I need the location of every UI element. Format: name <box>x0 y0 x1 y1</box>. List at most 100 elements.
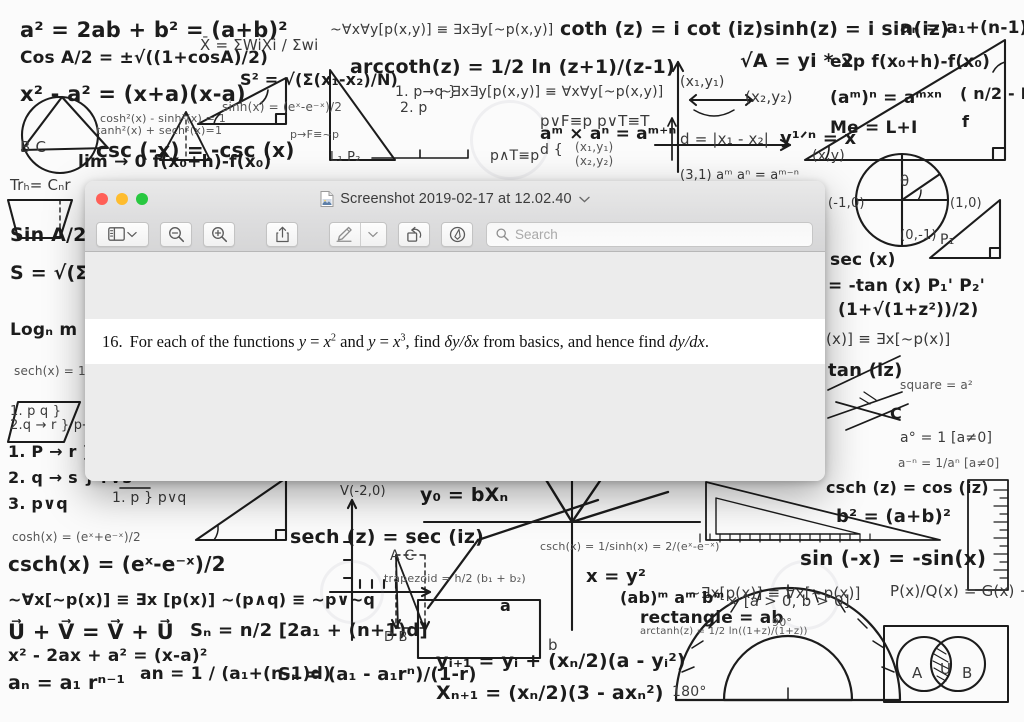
wallpaper-formula: cosh(x) = (eˣ+e⁻ˣ)/2 <box>12 530 141 544</box>
wallpaper-formula: U⃗ + V⃗ = V⃗ + U⃗ <box>8 620 174 644</box>
wallpaper-formula: S² = √(Σ(x₁-x₂)/N) <box>240 70 399 89</box>
document-page: 16. For each of the functions y = x2 and … <box>85 319 825 364</box>
window-titlebar: Screenshot 2019-02-17 at 12.02.40 <box>85 181 825 217</box>
wallpaper-formula: x² - 2ax + a² = (x-a)² <box>8 646 208 666</box>
close-button[interactable] <box>96 193 108 205</box>
derivative-expression: dy/dx <box>669 331 705 351</box>
window-title: Screenshot 2019-02-17 at 12.02.40 <box>340 191 572 207</box>
markup-dropdown-button[interactable] <box>359 222 386 246</box>
wallpaper-formula: rectangle = ab <box>640 608 784 628</box>
wallpaper-formula: (x,y) <box>812 148 845 164</box>
item-number: 16. <box>102 331 123 351</box>
rotate-left-icon <box>406 226 421 242</box>
minimize-button[interactable] <box>116 193 128 205</box>
markup-button[interactable] <box>330 223 360 246</box>
search-icon <box>496 227 509 241</box>
annotate-button[interactable] <box>441 221 473 247</box>
wallpaper-formula: Xₙ₊₁ = (xₙ/2)(3 - axₙ²) <box>436 682 664 704</box>
wallpaper-formula: A C <box>390 548 415 564</box>
text-fragment: , find <box>405 331 445 351</box>
wallpaper-formula: Trₕ= Cₙr <box>10 176 71 194</box>
wallpaper-formula: B <box>962 664 973 682</box>
markup-button-group <box>329 221 387 247</box>
wallpaper-formula: X̄ = ΣWiXi / Σwi <box>200 36 319 54</box>
wallpaper-formula: p∧T≡p <box>490 148 540 164</box>
search-field[interactable]: Search <box>486 221 813 247</box>
wallpaper-formula: A <box>912 664 923 682</box>
chevron-down-icon <box>368 231 379 237</box>
watermark-ring <box>470 100 550 180</box>
image-document-icon <box>320 191 334 207</box>
wallpaper-formula: b <box>548 636 558 654</box>
wallpaper-formula: (0,-1) <box>900 228 937 243</box>
wallpaper-formula: (1,0) <box>950 196 982 211</box>
wallpaper-formula: yᵢ₊₁ = yᵢ + (xₙ/2)(a - yᵢ²) <box>436 650 686 672</box>
equation-2-equals: = <box>375 331 393 351</box>
rotate-left-button[interactable] <box>398 221 430 247</box>
wallpaper-formula: x² - a² = (x+a)(x-a) <box>20 82 246 106</box>
wallpaper-formula: aₙ = a₁+(n-1)d <box>900 18 1024 38</box>
wallpaper-formula: 1. P → r } <box>8 442 94 461</box>
preview-window: Screenshot 2019-02-17 at 12.02.40 Search… <box>85 181 825 481</box>
wallpaper-formula: ( n/2 - F ) <box>960 84 1024 103</box>
equation-1-lhs: y <box>298 331 307 351</box>
document-view[interactable]: 16. For each of the functions y = x2 and … <box>85 252 825 481</box>
wallpaper-formula: d = |x₁ - x₂| <box>680 130 770 148</box>
wallpaper-formula: p→F≡~p <box>290 128 340 141</box>
wallpaper-formula: coth (z) = i cot (iz)sinh(z) = i sin(iz) <box>560 18 950 40</box>
zoom-in-button[interactable] <box>203 221 235 247</box>
zoom-out-button[interactable] <box>160 221 192 247</box>
wallpaper-formula: P(x)/Q(x) = G(x) + R(x)/Q(x) <box>890 582 1024 600</box>
wallpaper-formula: a° = 1 [a≠0] <box>900 430 993 446</box>
wallpaper-formula: aₙ = a₁ rⁿ⁻¹ <box>8 672 126 694</box>
text-fragment: . <box>704 331 709 351</box>
text-fragment: from basics, and hence find <box>478 331 670 351</box>
text-fragment: For each of the functions <box>129 331 299 351</box>
circled-pen-icon <box>449 226 465 242</box>
wallpaper-formula: (x₂,y₂) <box>745 88 793 106</box>
traffic-light-buttons <box>85 193 148 205</box>
wallpaper-formula: ~∀x∀y[p(x,y)] ≡ ∃x∃y[~p(x,y)] <box>330 22 554 38</box>
wallpaper-formula: (ab)ᵐ aᵐ bᵐ <box>620 588 725 607</box>
wallpaper-formula: 3. p∨q <box>8 494 68 513</box>
wallpaper-formula: csch (z) = cos (iz) <box>826 478 989 497</box>
wallpaper-formula: y₀ = bXₙ <box>420 484 509 506</box>
wallpaper-formula: lim → 0 f(x₀+h)-f(x₀) <box>78 152 272 172</box>
wallpaper-formula: (1+√(1+z²))/2) <box>838 300 979 320</box>
wallpaper-formula: x = y² <box>586 566 647 587</box>
wallpaper-formula: = -tan (x) P₁' P₂' <box>828 276 985 296</box>
document-text-line: 16. For each of the functions y = x2 and … <box>85 332 709 352</box>
search-placeholder: Search <box>515 226 558 242</box>
equation-1-equals: = <box>306 331 324 351</box>
wallpaper-formula: C <box>890 404 902 423</box>
wallpaper-formula: arccoth(z) = 1/2 ln (z+1)/(z-1) <box>350 56 675 78</box>
wallpaper-formula: tanh²(x) + sech²(x)=1 <box>96 124 223 137</box>
wallpaper-formula: 1. p q } <box>10 404 62 419</box>
sidebar-toggle-button[interactable] <box>96 221 149 247</box>
wallpaper-formula: (aᵐ)ⁿ = aᵐˣⁿ <box>830 88 943 108</box>
wallpaper-formula: (-1,0) <box>828 196 865 211</box>
wallpaper-formula: trapezoid = h/2 (b₁ + b₂) <box>384 572 526 585</box>
sidebar-icon <box>108 227 125 241</box>
wallpaper-formula: tan (iz) <box>828 360 903 381</box>
wallpaper-formula: a⁻ⁿ = 1/aⁿ [a≠0] <box>898 456 1000 470</box>
chevron-down-icon[interactable] <box>579 196 590 203</box>
pen-markup-icon <box>336 226 353 242</box>
window-title-group: Screenshot 2019-02-17 at 12.02.40 <box>85 181 825 217</box>
delta-expression: δy/δx <box>444 331 479 351</box>
wallpaper-formula: B C <box>20 138 47 156</box>
wallpaper-formula: D B <box>384 630 408 645</box>
wallpaper-formula: (x₁,y₁) <box>575 140 614 154</box>
wallpaper-formula: f <box>962 112 970 131</box>
wallpaper-formula: sec (x) <box>830 250 896 270</box>
wallpaper-formula: (x₂,y₂) <box>575 154 614 168</box>
wallpaper-formula: sech (z) = sec (iz) <box>290 526 484 548</box>
wallpaper-formula: ~∃x∃y[p(x,y)] ≡ ∀x∀y[~p(x,y)] <box>440 84 664 100</box>
wallpaper-formula: (x₁,y₁) <box>680 74 725 90</box>
equation-1-base: x <box>323 331 331 351</box>
wallpaper-formula: square = a² <box>900 378 973 392</box>
share-button[interactable] <box>266 221 298 247</box>
wallpaper-formula: a <box>500 596 511 615</box>
magnifier-plus-icon <box>211 226 227 242</box>
maximize-button[interactable] <box>136 193 148 205</box>
